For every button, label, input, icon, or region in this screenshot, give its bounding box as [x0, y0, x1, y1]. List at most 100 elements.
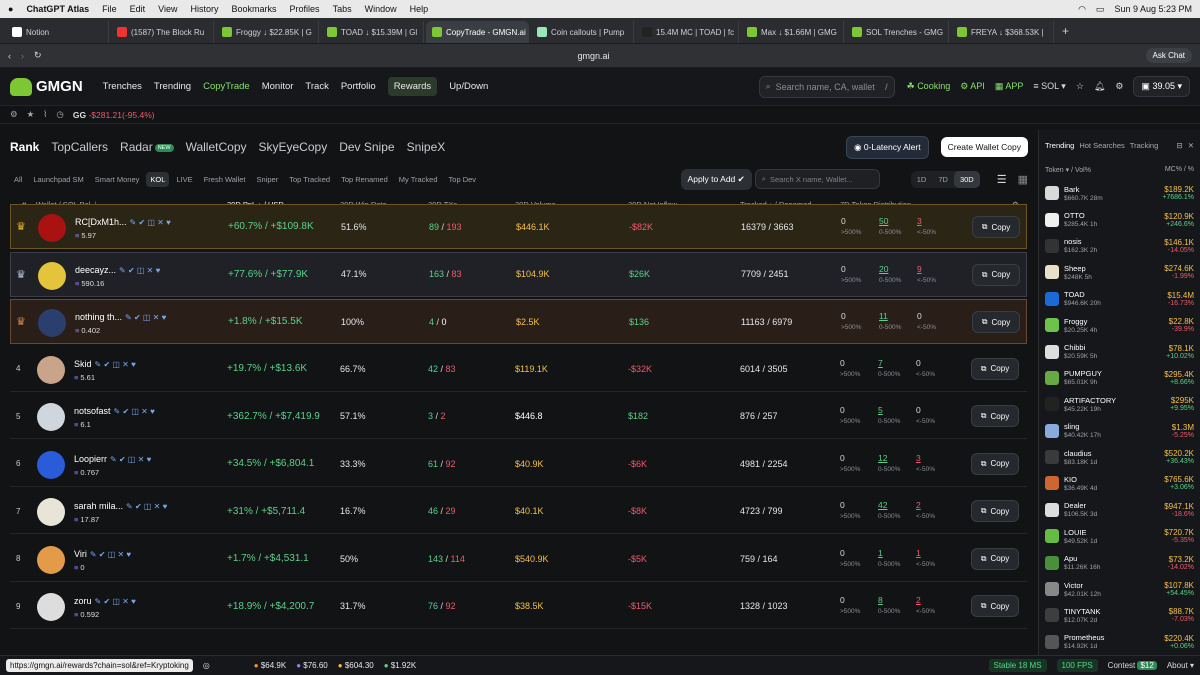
avatar[interactable] — [37, 355, 65, 384]
copy-button[interactable]: ⧉ Copy — [971, 357, 1019, 380]
url-field[interactable]: gmgn.ai — [52, 51, 1136, 61]
avatar[interactable] — [38, 261, 66, 290]
wallet-name[interactable]: zoru ✎ ✔ ◫ ✕ ♥ — [74, 596, 136, 606]
collapse-icon[interactable]: ⊟ — [1176, 141, 1182, 150]
status-coin-4[interactable]: ● $1.92K — [384, 661, 416, 670]
close-icon[interactable]: ✕ — [1188, 141, 1194, 150]
star-icon[interactable]: ★ — [27, 109, 35, 120]
tab-8[interactable]: SOL Trenches - GMG — [846, 21, 949, 43]
tab-2[interactable]: Froggy ↓ $22.85K | G — [216, 21, 319, 43]
wallet-name[interactable]: notsofast ✎ ✔ ◫ ✕ ♥ — [74, 406, 155, 416]
filter-top-dev[interactable]: Top Dev — [445, 172, 481, 187]
filter-all[interactable]: All — [10, 172, 26, 187]
avatar[interactable] — [37, 403, 65, 431]
app-button[interactable]: ▦ APP — [995, 81, 1024, 92]
gg-token[interactable]: GG -$281.21(-95.4%) — [73, 110, 155, 120]
trending-token-item[interactable]: claudius $83.18K 1d $520.2K +36.43% — [1039, 444, 1200, 470]
wallet-name[interactable]: Loopierr ✎ ✔ ◫ ✕ ♥ — [74, 454, 151, 464]
trending-token-item[interactable]: ARTIFACTORY $45.22K 19h $295K +9.95% — [1039, 391, 1200, 417]
bell-icon[interactable]: 🔔︎ — [1094, 81, 1105, 92]
trending-token-item[interactable]: TOAD $946.6K 20h $15.4M -16.73% — [1039, 286, 1200, 312]
trending-token-item[interactable]: PUMPGUY $65.01K 9h $295.4K +8.66% — [1039, 365, 1200, 391]
copy-button[interactable]: ⧉ Copy — [972, 216, 1020, 238]
trending-token-item[interactable]: KIO $36.49K 4d $765.6K +3.06% — [1039, 470, 1200, 496]
contest-button[interactable]: Contest $12 — [1108, 661, 1157, 670]
status-coin-1[interactable]: ● $64.9K — [254, 661, 286, 670]
avatar[interactable] — [37, 593, 65, 621]
battery-icon[interactable]: ▭ — [1096, 4, 1105, 15]
filter-sniper[interactable]: Sniper — [253, 172, 283, 187]
tab-9[interactable]: FREYA ↓ $368.53K | — [951, 21, 1054, 43]
tab-snipex[interactable]: SnipeX — [407, 140, 446, 154]
table-row[interactable]: 4 Skid ✎ ✔ ◫ ✕ ♥ ≡ 5.61 +19.7% / +$13.6K 6… — [10, 347, 1027, 392]
menu-edit[interactable]: Edit — [130, 4, 146, 14]
status-coin-2[interactable]: ● $76.60 — [296, 661, 328, 670]
tab-walletcopy[interactable]: WalletCopy — [186, 140, 247, 154]
api-button[interactable]: ⚙ API — [960, 81, 985, 92]
status-coin-3[interactable]: ● $604.30 — [338, 661, 374, 670]
tab-7[interactable]: Max ↓ $1.66M | GMG — [741, 21, 844, 43]
tab-6[interactable]: 15.4M MC | TOAD | fc — [636, 21, 739, 43]
table-row[interactable]: ♛ RC[DxM1h... ✎ ✔ ◫ ✕ ♥ ≡ 5.97 +60.7% / +$… — [10, 204, 1027, 249]
nav-track[interactable]: Track — [305, 81, 328, 92]
menu-window[interactable]: Window — [365, 4, 397, 14]
gear-icon[interactable]: ⚙ — [1115, 81, 1123, 92]
nav-monitor[interactable]: Monitor — [262, 81, 294, 92]
list-view-icon[interactable]: ☰ — [997, 173, 1007, 186]
cooking-button[interactable]: ☘ Cooking — [907, 81, 951, 92]
nav-rewards[interactable]: Rewards — [387, 77, 438, 96]
copy-button[interactable]: ⧉ Copy — [971, 405, 1019, 427]
period-30d[interactable]: 30D — [953, 170, 980, 188]
ask-chat-button[interactable]: Ask Chat — [1145, 48, 1192, 63]
tab-topcallers[interactable]: TopCallers — [51, 140, 108, 154]
filter-kol[interactable]: KOL — [146, 171, 170, 187]
table-row[interactable]: 6 Loopierr ✎ ✔ ◫ ✕ ♥ ≡ 0.767 +34.5% / +$6,… — [10, 442, 1027, 487]
trending-token-item[interactable]: LOUIE $49.52K 1d $720.7K -5.35% — [1039, 523, 1200, 549]
filter-my-tracked[interactable]: My Tracked — [395, 172, 442, 187]
trending-token-item[interactable]: Bark $660.7K 28m $189.2K +7686.1% — [1039, 180, 1200, 206]
period-1d[interactable]: 1D — [911, 171, 933, 188]
tab-devsnipe[interactable]: Dev Snipe — [339, 140, 394, 154]
table-row[interactable]: ♛ nothing th... ✎ ✔ ◫ ✕ ♥ ≡ 0.402 +1.8% / … — [10, 299, 1027, 344]
filter-launchpad-sm[interactable]: Launchpad SM — [29, 172, 87, 187]
trending-token-item[interactable]: sling $40.42K 17h $1.3M -5.25% — [1039, 418, 1200, 444]
table-row[interactable]: 5 notsofast ✎ ✔ ◫ ✕ ♥ ≡ 6.1 +362.7% / +$7,… — [10, 394, 1027, 439]
copy-button[interactable]: ⧉ Copy — [971, 547, 1019, 570]
tab-5[interactable]: Coin callouts | Pump — [531, 21, 634, 43]
filter-fresh-wallet[interactable]: Fresh Wallet — [200, 172, 250, 187]
apply-to-add-button[interactable]: Apply to Add ✔ — [680, 168, 752, 190]
trending-token-item[interactable]: OTTO $285.4K 1h $120.9K +246.6% — [1039, 206, 1200, 232]
tab-radar[interactable]: Radar NEW — [120, 140, 174, 154]
avatar[interactable] — [37, 450, 65, 479]
period-7d[interactable]: 7D — [932, 171, 954, 188]
global-search-input[interactable]: ⌕ Search name, CA, wallet / — [758, 75, 895, 98]
menu-view[interactable]: View — [158, 4, 177, 14]
apple-icon[interactable]: ● — [8, 4, 13, 14]
create-wallet-copy-button[interactable]: Create Wallet Copy — [940, 137, 1028, 157]
table-row[interactable]: 7 sarah mila... ✎ ✔ ◫ ✕ ♥ ≡ 17.87 +31% / +… — [10, 489, 1027, 534]
wallet-balance-button[interactable]: ▣ 39.05 ▾ — [1133, 76, 1190, 97]
trending-token-item[interactable]: Victor $42.01K 12h $107.8K +54.45% — [1039, 576, 1200, 602]
wallet-name[interactable]: RC[DxM1h... ✎ ✔ ◫ ✕ ♥ — [75, 217, 171, 227]
avatar[interactable] — [38, 309, 66, 337]
tab-3[interactable]: TOAD ↓ $15.39M | Gl — [321, 21, 424, 43]
nav-portfolio[interactable]: Portfolio — [341, 81, 376, 92]
wifi-icon[interactable]: ◠ — [1078, 4, 1086, 15]
nav-copytrade[interactable]: CopyTrade — [203, 81, 250, 92]
trending-token-item[interactable]: Sheep $248K 5h $274.6K -1.99% — [1039, 259, 1200, 285]
copy-button[interactable]: ⧉ Copy — [971, 500, 1019, 522]
gmgn-logo[interactable]: GMGN — [10, 77, 83, 96]
reload-icon[interactable]: ↻ — [34, 50, 42, 61]
avatar[interactable] — [37, 545, 65, 574]
sidebar-tab-tracking[interactable]: Tracking — [1130, 141, 1158, 150]
x-search-input[interactable]: ⌕ Search X name, Wallet... — [754, 169, 880, 189]
trending-token-item[interactable]: Froggy $20.25K 4h $22.8K -39.9% — [1039, 312, 1200, 338]
tab-rank[interactable]: Rank — [10, 140, 39, 154]
wallet-name[interactable]: Viri ✎ ✔ ◫ ✕ ♥ — [74, 549, 131, 559]
broadcast-icon[interactable]: ◎ — [203, 661, 210, 670]
menu-history[interactable]: History — [191, 4, 219, 14]
tab-4[interactable]: CopyTrade - GMGN.ai — [426, 21, 529, 43]
back-icon[interactable]: ‹ — [8, 51, 11, 61]
wallet-name[interactable]: sarah mila... ✎ ✔ ◫ ✕ ♥ — [74, 501, 167, 511]
history-icon[interactable]: ◷ — [56, 109, 63, 120]
